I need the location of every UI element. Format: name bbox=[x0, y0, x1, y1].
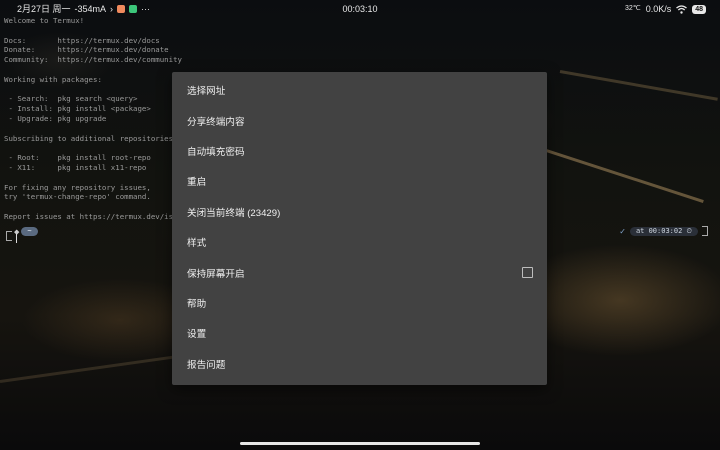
menu-item[interactable]: 选择网址 bbox=[172, 75, 547, 105]
runway-lights bbox=[0, 354, 179, 383]
menu-item[interactable]: 样式 bbox=[172, 227, 547, 257]
menu-item-label: 选择网址 bbox=[187, 86, 226, 98]
battery-indicator: 48 bbox=[692, 4, 706, 14]
terminal-line: Donate: https://termux.dev/donate bbox=[4, 45, 169, 55]
clock-icon: ⏲ bbox=[686, 226, 692, 235]
prompt-left: ◆ ~ bbox=[6, 227, 38, 236]
menu-item[interactable]: 分享终端内容 bbox=[172, 105, 547, 135]
home-indicator[interactable] bbox=[240, 442, 480, 445]
prompt-time-text: at 00:03:02 bbox=[635, 226, 683, 235]
menu-item-label: 自动填充密码 bbox=[187, 146, 245, 158]
context-menu: 选择网址分享终端内容 自动填充密码 重启关闭当前终端 (23429) 样式保持屏幕开启… bbox=[172, 72, 547, 385]
menu-item[interactable]: 报告问题 bbox=[172, 349, 547, 379]
status-time: 00:03:10 bbox=[342, 4, 378, 14]
menu-item-label: 报告问题 bbox=[187, 359, 226, 371]
prompt-right: ✓ at 00:03:02 ⏲ bbox=[619, 226, 708, 236]
prompt-time: at 00:03:02 ⏲ bbox=[629, 226, 698, 236]
menu-item[interactable]: 保持屏幕开启 bbox=[172, 257, 547, 287]
menu-item[interactable]: 重启 bbox=[172, 166, 547, 196]
bracket-right bbox=[702, 226, 708, 236]
temperature: 32℃ bbox=[625, 5, 641, 12]
menu-item-label: 重启 bbox=[187, 177, 207, 189]
menu-item-label: 设置 bbox=[187, 329, 207, 341]
terminal-line: Community: https://termux.dev/community bbox=[4, 55, 182, 65]
menu-item-label: 关闭当前终端 (23429) bbox=[187, 207, 281, 219]
menu-item[interactable]: 帮助 bbox=[172, 288, 547, 318]
terminal-cursor bbox=[16, 234, 17, 243]
check-icon: ✓ bbox=[619, 226, 626, 236]
menu-item-label: 保持屏幕开启 bbox=[187, 268, 245, 280]
menu-item-label: 分享终端内容 bbox=[187, 116, 245, 128]
menu-item-label: 样式 bbox=[187, 238, 207, 250]
menu-item[interactable]: 关闭当前终端 (23429) bbox=[172, 197, 547, 227]
menu-item[interactable]: 设置 bbox=[172, 318, 547, 348]
net-speed: 0.0K/s bbox=[645, 4, 672, 14]
menu-item-label: 帮助 bbox=[187, 298, 207, 310]
wifi-icon bbox=[676, 4, 688, 14]
keep-screen-on-checkbox[interactable] bbox=[522, 267, 533, 279]
terminal-line: Welcome to Termux! bbox=[4, 16, 85, 25]
terminal-line: Docs: https://termux.dev/docs bbox=[4, 35, 160, 45]
prompt-directory: ~ bbox=[21, 227, 38, 236]
runway-lights bbox=[559, 70, 718, 101]
menu-item[interactable]: 自动填充密码 bbox=[172, 136, 547, 166]
